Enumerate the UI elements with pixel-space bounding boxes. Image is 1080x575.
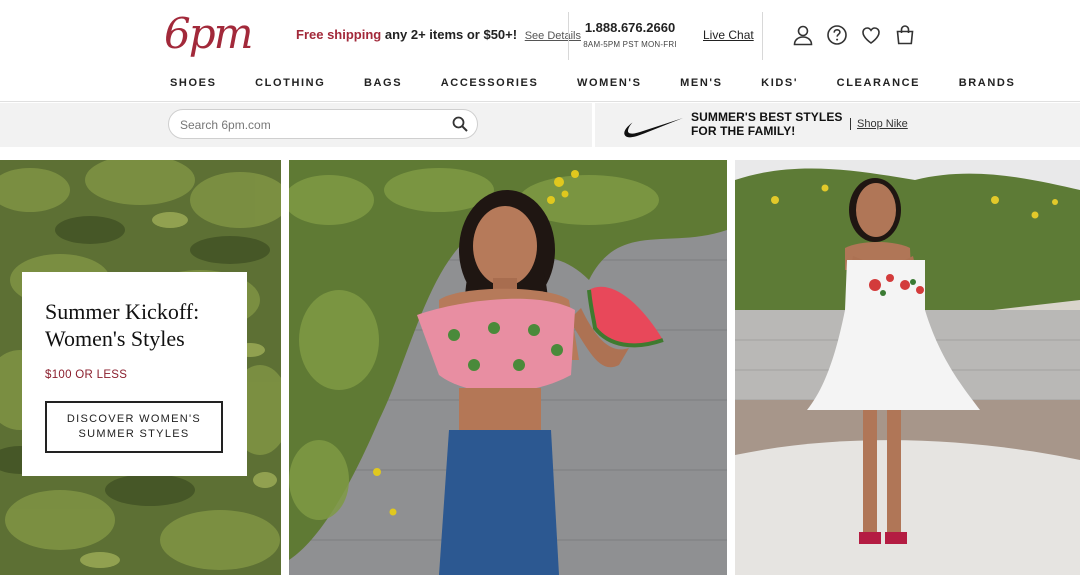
promo-title-line-2: Women's Styles xyxy=(45,326,185,351)
spacer xyxy=(0,147,1080,160)
promo-accent: Free shipping xyxy=(296,27,382,42)
promo-card-title: Summer Kickoff: Women's Styles xyxy=(45,298,235,352)
promo-price: $100 OR LESS xyxy=(45,369,128,381)
search-box xyxy=(168,109,478,139)
account-icon[interactable] xyxy=(790,22,816,48)
phone-number[interactable]: 1.888.676.2660 xyxy=(568,20,692,35)
nav-item-kids[interactable]: KIDS' xyxy=(761,77,798,89)
discover-button-line-2: SUMMER STYLES xyxy=(78,428,190,440)
nike-promo-line-1: SUMMER'S BEST STYLES xyxy=(691,110,843,124)
nav-item-shoes[interactable]: SHOES xyxy=(170,77,217,89)
hero-panel-model-watermelon[interactable] xyxy=(289,160,727,575)
nav-item-clothing[interactable]: CLOTHING xyxy=(255,77,325,89)
promo-text: any 2+ items or $50+! xyxy=(381,27,518,42)
nike-swoosh-icon[interactable] xyxy=(620,115,684,139)
shipping-promo: Free shipping any 2+ items or $50+! See … xyxy=(296,27,581,42)
promo-card: Summer Kickoff: Women's Styles $100 OR L… xyxy=(22,272,247,476)
header-icons xyxy=(790,22,918,48)
phone-block: 1.888.676.2660 8AM-5PM PST MON-FRI xyxy=(568,20,692,49)
help-icon[interactable] xyxy=(824,22,850,48)
nike-promo-line-2: FOR THE FAMILY! xyxy=(691,124,796,138)
cart-icon[interactable] xyxy=(892,22,918,48)
search-icon[interactable] xyxy=(452,116,468,132)
strip-divider xyxy=(592,103,595,147)
shop-nike-link[interactable]: Shop Nike xyxy=(850,118,908,130)
heart-icon[interactable] xyxy=(858,22,884,48)
nav-item-clearance[interactable]: CLEARANCE xyxy=(837,77,920,89)
main-nav: SHOES CLOTHING BAGS ACCESSORIES WOMEN'S … xyxy=(0,66,1080,102)
promo-title-line-1: Summer Kickoff: xyxy=(45,299,200,324)
site-header: 6pm Free shipping any 2+ items or $50+! … xyxy=(0,0,1080,66)
discover-button-line-1: DISCOVER WOMEN'S xyxy=(66,413,202,425)
header-divider xyxy=(762,12,763,60)
nav-item-bags[interactable]: BAGS xyxy=(364,77,402,89)
nike-promo-text[interactable]: SUMMER'S BEST STYLES FOR THE FAMILY! xyxy=(691,110,843,138)
site-logo[interactable]: 6pm xyxy=(164,8,253,60)
discover-womens-button[interactable]: DISCOVER WOMEN'S SUMMER STYLES xyxy=(45,401,223,453)
nav-item-brands[interactable]: BRANDS xyxy=(959,77,1016,89)
support-hours: 8AM-5PM PST MON-FRI xyxy=(583,40,677,49)
search-strip: SUMMER'S BEST STYLES FOR THE FAMILY! Sho… xyxy=(0,103,1080,147)
search-input[interactable] xyxy=(180,116,440,133)
nav-item-mens[interactable]: MEN'S xyxy=(680,77,722,89)
hero-panel-model-white-dress[interactable] xyxy=(735,160,1080,575)
live-chat-link[interactable]: Live Chat xyxy=(703,28,754,42)
nav-item-womens[interactable]: WOMEN'S xyxy=(577,77,642,89)
nav-item-accessories[interactable]: ACCESSORIES xyxy=(441,77,539,89)
